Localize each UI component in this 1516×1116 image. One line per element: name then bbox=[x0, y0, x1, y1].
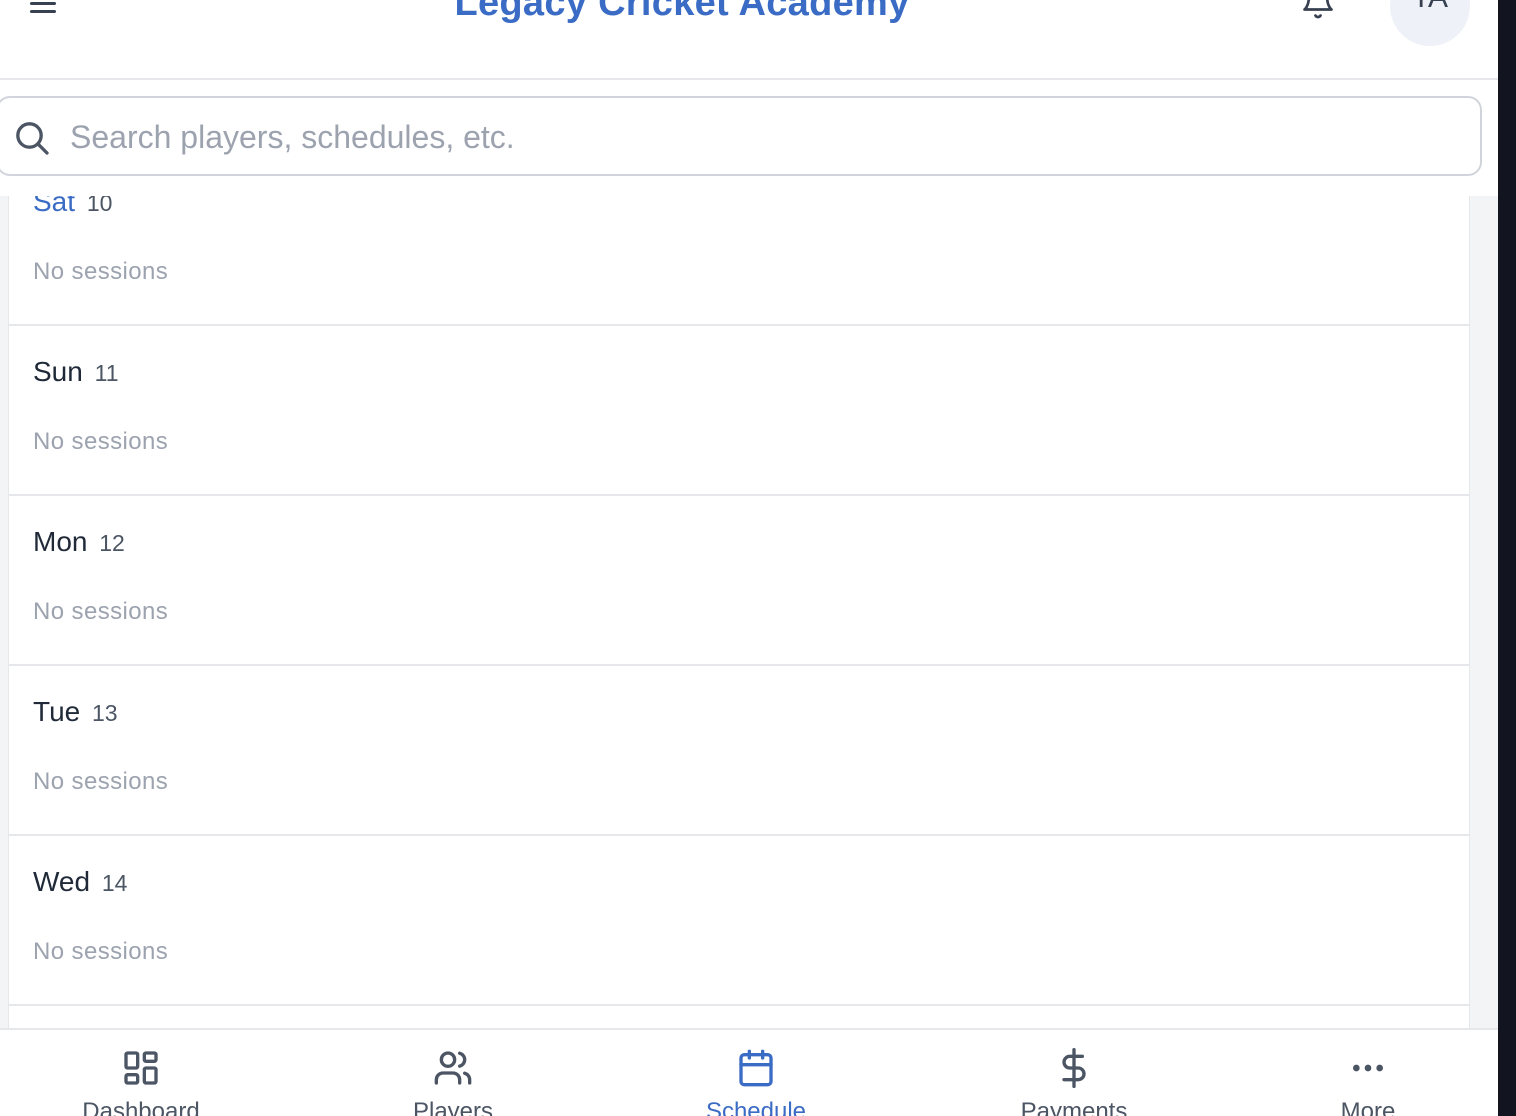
day-row[interactable]: Wed 14 No sessions bbox=[9, 836, 1469, 1006]
day-header: Sat 10 bbox=[33, 196, 112, 218]
day-date: 14 bbox=[101, 870, 128, 896]
dashboard-icon bbox=[124, 1051, 158, 1085]
nav-item-schedule[interactable]: Schedule bbox=[656, 1030, 856, 1116]
dollar-icon bbox=[1062, 1048, 1086, 1088]
nav-item-players[interactable]: Players bbox=[353, 1030, 553, 1116]
window-edge bbox=[1498, 0, 1516, 1116]
nav-label: Schedule bbox=[705, 1098, 807, 1116]
day-status: No sessions bbox=[33, 598, 169, 625]
day-status: No sessions bbox=[33, 938, 169, 965]
day-header: Mon 12 bbox=[33, 526, 125, 558]
nav-item-dashboard[interactable]: Dashboard bbox=[41, 1030, 241, 1116]
day-row[interactable]: Sat 10 No sessions bbox=[9, 196, 1469, 326]
day-weekday: Tue bbox=[33, 696, 81, 727]
day-date: 13 bbox=[92, 700, 118, 726]
nav-label: Payments bbox=[1020, 1098, 1128, 1116]
day-weekday: Mon bbox=[33, 526, 88, 557]
day-status: No sessions bbox=[33, 258, 169, 285]
nav-item-more[interactable]: More bbox=[1268, 1030, 1468, 1116]
search-icon bbox=[16, 122, 49, 155]
search-bar-container bbox=[0, 80, 1498, 196]
more-icon bbox=[1353, 1064, 1383, 1072]
day-status: No sessions bbox=[33, 768, 169, 795]
day-status: No sessions bbox=[33, 428, 169, 455]
bottom-nav: Dashboard Players Schedule Payments More bbox=[0, 1028, 1498, 1116]
bell-icon[interactable] bbox=[1300, 0, 1336, 20]
day-row[interactable]: Sun 11 No sessions bbox=[9, 326, 1469, 496]
app-window: Legacy Cricket Academy TA Sat 10 No sess… bbox=[0, 0, 1498, 1116]
avatar[interactable]: TA bbox=[1390, 0, 1470, 46]
day-row[interactable]: Tue 13 No sessions bbox=[9, 666, 1469, 836]
search-box[interactable] bbox=[0, 96, 1482, 176]
day-weekday: Sat bbox=[33, 196, 76, 217]
app-title: Legacy Cricket Academy bbox=[454, 0, 910, 24]
day-weekday: Wed bbox=[33, 866, 91, 897]
search-input[interactable] bbox=[68, 108, 1452, 166]
day-row[interactable]: Mon 12 No sessions bbox=[9, 496, 1469, 666]
nav-item-payments[interactable]: Payments bbox=[974, 1030, 1174, 1116]
day-header: Sun 11 bbox=[33, 356, 119, 388]
day-header: Tue 13 bbox=[33, 696, 118, 728]
schedule-day-list[interactable]: Sat 10 No sessions Sun 11 No sessions Mo… bbox=[8, 196, 1470, 1030]
nav-label: More bbox=[1340, 1098, 1396, 1116]
day-date: 12 bbox=[99, 530, 125, 556]
nav-label: Players bbox=[412, 1098, 494, 1116]
users-icon bbox=[434, 1051, 472, 1085]
calendar-icon bbox=[739, 1049, 773, 1087]
day-date: 10 bbox=[86, 196, 113, 216]
day-date: 11 bbox=[94, 360, 119, 386]
nav-label: Dashboard bbox=[82, 1098, 200, 1116]
day-header: Wed 14 bbox=[33, 866, 127, 898]
top-bar: Legacy Cricket Academy TA bbox=[0, 0, 1498, 80]
day-weekday: Sun bbox=[33, 356, 83, 387]
